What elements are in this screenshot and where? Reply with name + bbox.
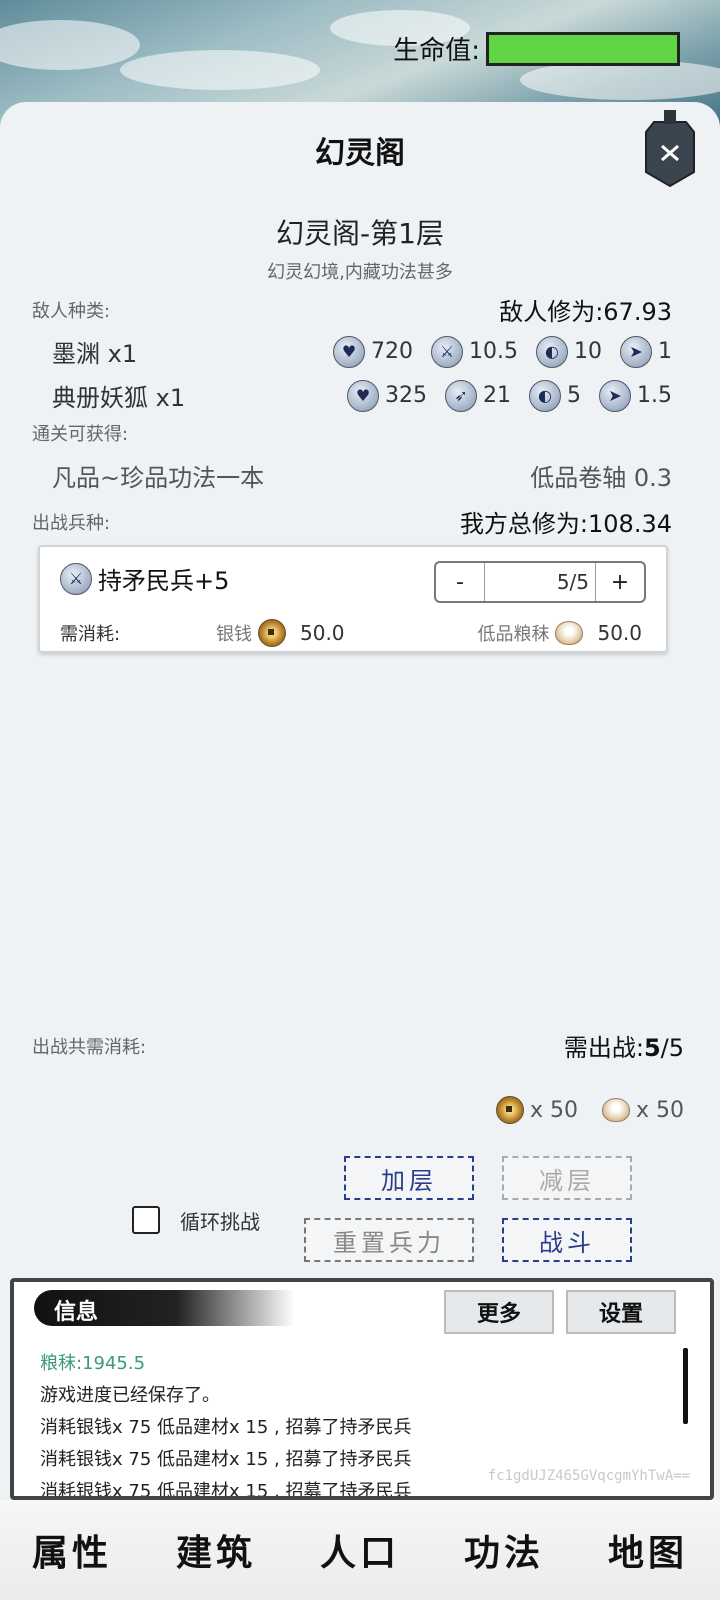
decrease-button[interactable]: - — [436, 563, 484, 601]
shield-icon: ◐ — [536, 335, 568, 368]
nav-population[interactable]: 人口 — [320, 1524, 400, 1576]
nav-attributes[interactable]: 属性 — [32, 1524, 112, 1576]
loop-label[interactable]: 循环挑战 — [180, 1206, 260, 1235]
nav-map[interactable]: 地图 — [608, 1524, 688, 1576]
cost-label: 需消耗: — [60, 624, 121, 645]
silver-label: 银钱 — [216, 624, 252, 645]
settings-button[interactable]: 设置 — [566, 1290, 676, 1334]
spear-icon: ⚔ — [60, 562, 92, 595]
quantity-value[interactable]: 5/5 — [484, 563, 596, 601]
troops-header: 出战兵种: 我方总修为:108.34 — [32, 504, 672, 539]
hp-label: 生命值: — [393, 36, 480, 66]
rewards-header: 通关可获得: — [32, 420, 672, 446]
sword-icon: ⚔ — [431, 335, 464, 368]
shield-icon: ◐ — [529, 379, 561, 412]
enemy-section-label: 敌人种类: — [32, 300, 111, 322]
attack-value: 21 — [483, 383, 511, 408]
nav-skills[interactable]: 功法 — [464, 1524, 544, 1576]
message-log: 信息 更多 设置 粮秣:1945.5 游戏进度已经保存了。 消耗银钱x 75 低… — [10, 1278, 714, 1500]
total-cost-label: 出战共需消耗: — [32, 1036, 147, 1058]
need-label: 需出战: — [563, 1034, 644, 1062]
speed-value: 1 — [658, 339, 672, 364]
increase-button[interactable]: + — [596, 563, 644, 601]
speed-value: 1.5 — [637, 383, 672, 408]
total-costs: x 50 x 50 — [495, 1096, 684, 1124]
troops-label: 出战兵种: — [32, 512, 111, 534]
add-layer-button[interactable]: 加层 — [344, 1156, 474, 1200]
attack-value: 10.5 — [469, 339, 518, 364]
grain-icon — [601, 1098, 630, 1122]
enemy-power: 敌人修为:67.93 — [499, 298, 672, 326]
hp-display: 生命值: — [393, 30, 680, 67]
reward-item: 凡品~珍品功法一本 — [52, 464, 265, 492]
hp-bar — [486, 31, 680, 66]
level-title: 幻灵阁-第1层 — [276, 217, 444, 250]
unit-card: ⚔ 持矛民兵+5 - 5/5 + 需消耗: 银钱 50.0 低品粮秣 50.0 — [38, 545, 668, 653]
need-deploy: 需出战:5/5 — [564, 1028, 684, 1063]
enemy-name: 墨渊 x1 — [52, 340, 138, 368]
total-grain: x 50 — [635, 1097, 684, 1123]
total-row: 出战共需消耗: 需出战:5/5 — [32, 1028, 684, 1063]
grain-icon — [555, 621, 584, 645]
rewards-row: 凡品~珍品功法一本 低品卷轴 0.3 — [32, 458, 672, 493]
log-line: 粮秣:1945.5 — [40, 1353, 146, 1374]
unit-name-row: ⚔ 持矛民兵+5 — [60, 561, 229, 596]
hp-value: 720 — [371, 339, 414, 364]
silver-coin-icon — [495, 1096, 524, 1124]
speed-icon: ➤ — [620, 335, 652, 368]
bow-icon: ➶ — [445, 379, 477, 412]
defense-value: 10 — [574, 339, 602, 364]
log-header: 信息 — [34, 1290, 294, 1326]
log-title: 信息 — [54, 1299, 99, 1325]
heart-icon: ♥ — [347, 379, 379, 412]
loop-checkbox[interactable] — [132, 1206, 160, 1234]
silver-coin-icon — [258, 619, 286, 647]
grain-cost: 50.0 — [597, 621, 642, 645]
quantity-stepper: - 5/5 + — [434, 561, 646, 603]
enemy-row: 典册妖狐 x1 ♥ 325 ➶ 21 ◐ 5 ➤ 1.5 — [32, 378, 672, 413]
need-total: /5 — [660, 1034, 684, 1062]
enemy-header: 敌人种类: 敌人修为:67.93 — [32, 292, 672, 327]
speed-icon: ➤ — [599, 379, 631, 412]
enemy-row: 墨渊 x1 ♥ 720 ⚔ 10.5 ◐ 10 ➤ 1 — [32, 334, 672, 369]
defense-value: 5 — [567, 383, 581, 408]
bottom-nav: 属性 建筑 人口 功法 地图 — [0, 1500, 720, 1600]
rewards-label: 通关可获得: — [32, 424, 129, 445]
watermark-id: fc1gdUJZ465GVqcgmYhTwA== — [487, 1468, 690, 1484]
our-power: 我方总修为:108.34 — [459, 510, 672, 538]
silver-cost: 50.0 — [300, 621, 345, 645]
log-line: 消耗银钱x 75 低品建材x 15 , 招募了持矛民兵 — [40, 1417, 412, 1438]
reduce-layer-button[interactable]: 减层 — [502, 1156, 632, 1200]
level-subtitle: 幻灵幻境,内藏功法甚多 — [267, 262, 453, 283]
cost-row: 需消耗: 银钱 50.0 低品粮秣 50.0 — [60, 619, 642, 647]
reset-troops-button[interactable]: 重置兵力 — [304, 1218, 474, 1262]
hp-value: 325 — [385, 383, 427, 408]
fight-button[interactable]: 战斗 — [502, 1218, 632, 1262]
total-silver: x 50 — [529, 1097, 578, 1123]
enemy-stats: ♥ 720 ⚔ 10.5 ◐ 10 ➤ 1 — [323, 335, 672, 368]
reward-item: 低品卷轴 0.3 — [530, 464, 672, 492]
nav-buildings[interactable]: 建筑 — [176, 1524, 256, 1576]
panel-title: 幻灵阁 — [315, 136, 405, 171]
more-button[interactable]: 更多 — [444, 1290, 554, 1334]
log-scrollbar[interactable] — [683, 1348, 688, 1424]
grain-label: 低品粮秣 — [477, 624, 550, 645]
need-current: 5 — [643, 1034, 661, 1062]
heart-icon: ♥ — [333, 335, 366, 368]
log-line: 游戏进度已经保存了。 — [40, 1385, 220, 1406]
unit-name: 持矛民兵+5 — [98, 567, 230, 595]
enemy-stats: ♥ 325 ➶ 21 ◐ 5 ➤ 1.5 — [337, 379, 672, 412]
enemy-name: 典册妖狐 x1 — [52, 384, 186, 412]
